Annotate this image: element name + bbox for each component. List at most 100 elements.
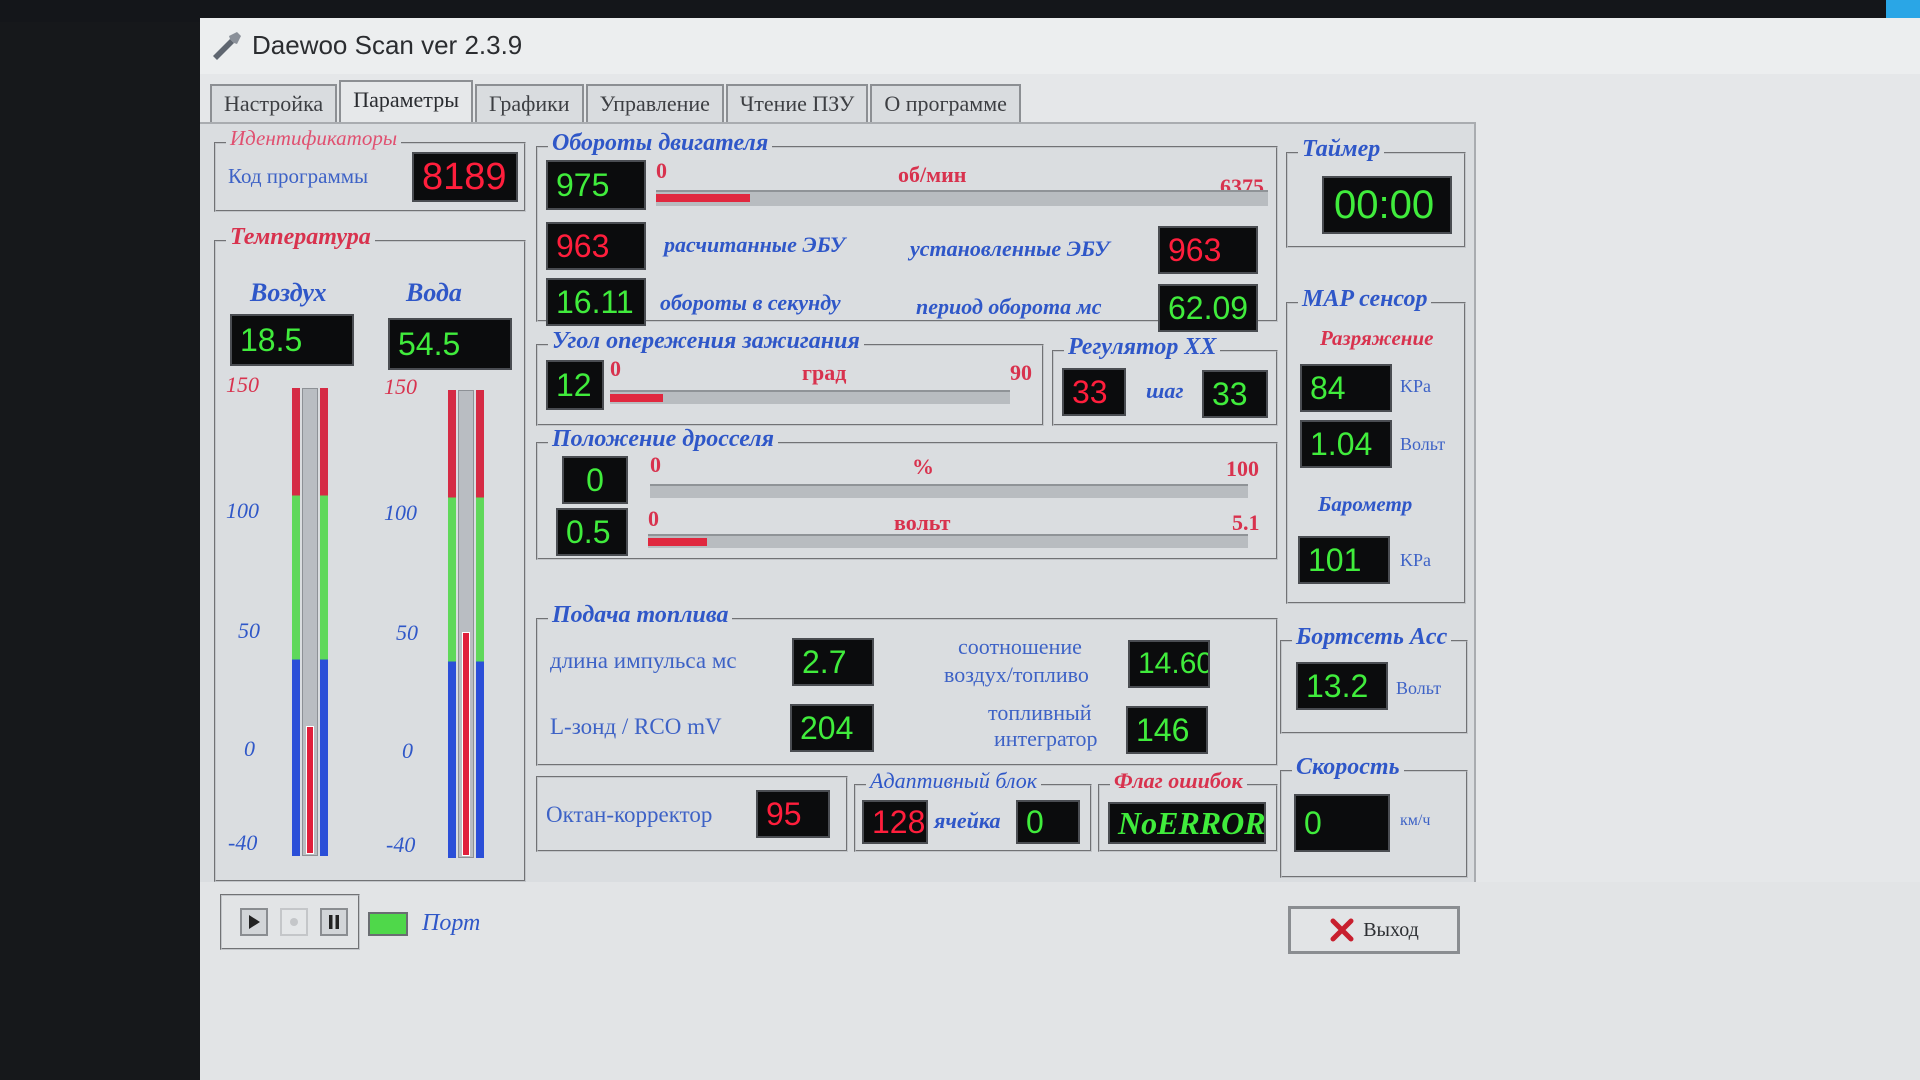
throttle-group: Положение дросселя 0 0 % 100 0.5 0 вольт…: [536, 426, 1278, 560]
port-label: Порт: [422, 910, 481, 936]
water-scale-strip-right: [476, 390, 484, 858]
air-scale-50: 50: [238, 618, 260, 643]
rpm-unit: об/мин: [898, 162, 967, 187]
map-sensor-title: MAP сенсор: [1298, 286, 1432, 313]
octane-group: Октан-корректор 95: [536, 776, 848, 852]
battery-unit: Вольт: [1396, 678, 1442, 698]
exit-button[interactable]: Выход: [1288, 906, 1460, 954]
fuel-title: Подача топлива: [548, 602, 733, 629]
app-wrench-icon: [213, 32, 241, 60]
water-scale-strip-left: [448, 390, 456, 858]
air-scale-0: 0: [244, 736, 255, 761]
temperature-group: Температура Воздух Вода 18.5 54.5 150 10…: [214, 224, 526, 882]
pulse-value: 2.7: [792, 638, 874, 686]
rps-label: обороты в секунду: [660, 290, 841, 315]
throttle-volt-min: 0: [648, 506, 659, 531]
program-code-value: 8189: [412, 152, 518, 202]
ignition-group: Угол опережения зажигания 12 0 град 90: [536, 328, 1044, 426]
speed-title: Скорость: [1292, 754, 1404, 781]
barometer-value: 101: [1298, 536, 1390, 584]
window-title: Daewoo Scan ver 2.3.9: [252, 30, 523, 60]
water-label: Вода: [406, 278, 462, 307]
map-kpa-unit: KPa: [1400, 376, 1431, 396]
rpm-title: Обороты двигателя: [548, 130, 773, 157]
close-x-icon: [1330, 918, 1354, 942]
water-scale-150: 150: [384, 374, 417, 399]
afr-value: 14.60: [1128, 640, 1210, 688]
rpm-gauge: [656, 190, 1268, 206]
throttle-percent-unit: %: [912, 454, 934, 479]
throttle-volt-max: 5.1: [1232, 510, 1260, 535]
throttle-volt-unit: вольт: [894, 510, 951, 535]
lambda-label: L-зонд / RCO mV: [550, 714, 722, 739]
cell-value: 0: [1016, 800, 1080, 844]
pause-button[interactable]: [320, 908, 348, 936]
timer-value: 00:00: [1322, 176, 1452, 234]
ignition-unit: град: [802, 360, 847, 385]
octane-value: 95: [756, 790, 830, 838]
integrator-label-1: топливный: [988, 700, 1092, 725]
rpm-calc-value: 963: [546, 222, 646, 270]
map-sensor-group: MAP сенсор Разряжение 84 KPa 1.04 Вольт …: [1286, 286, 1466, 604]
throttle-volt-gauge-fill: [648, 538, 707, 546]
water-thermometer-fill: [462, 632, 470, 856]
parameters-panel: Идентификаторы Код программы 8189 Темпер…: [200, 122, 1476, 882]
ignition-min: 0: [610, 356, 621, 381]
octane-label: Октан-корректор: [546, 802, 713, 827]
identifiers-title: Идентификаторы: [226, 126, 402, 151]
adaptive-value: 128: [862, 800, 928, 844]
tab-read-rom[interactable]: Чтение ПЗУ: [725, 84, 869, 122]
afr-label-2: воздух/топливо: [944, 662, 1089, 687]
record-button[interactable]: [280, 908, 308, 936]
ignition-max: 90: [1010, 360, 1032, 385]
water-scale-0: 0: [402, 738, 413, 763]
rpm-value: 975: [546, 160, 646, 210]
battery-value: 13.2: [1296, 662, 1388, 710]
idle-value: 33: [1062, 368, 1126, 416]
speed-unit: км/ч: [1400, 812, 1431, 829]
idle-step-label: шаг: [1146, 378, 1184, 403]
timer-group: Таймер 00:00: [1286, 136, 1466, 248]
monitor-bezel: [0, 0, 200, 1080]
error-flag-title: Флаг ошибок: [1110, 768, 1247, 794]
rpm-gauge-fill: [656, 194, 750, 202]
integrator-value: 146: [1126, 706, 1208, 754]
air-temp-value: 18.5: [230, 314, 354, 366]
tab-settings[interactable]: Настройка: [210, 84, 338, 122]
rpm-calc-label: расчитанные ЭБУ: [664, 232, 846, 257]
play-button[interactable]: [240, 908, 268, 936]
water-scale-minus40: -40: [386, 832, 416, 857]
rpm-set-value: 963: [1158, 226, 1258, 274]
battery-group: Бортсеть Acc 13.2 Вольт: [1280, 624, 1468, 734]
bottom-toolbar: Порт Выход: [200, 882, 1920, 1080]
tab-control[interactable]: Управление: [585, 84, 724, 122]
throttle-volt-gauge: [648, 534, 1248, 548]
tab-parameters[interactable]: Параметры: [339, 80, 473, 122]
temperature-title: Температура: [226, 224, 375, 251]
ignition-title: Угол опережения зажигания: [548, 328, 864, 355]
air-scale-strip-left: [292, 388, 300, 856]
adaptive-title: Адаптивный блок: [866, 768, 1041, 794]
air-thermometer-fill: [306, 726, 314, 854]
throttle-title: Положение дросселя: [548, 426, 778, 453]
timer-title: Таймер: [1298, 136, 1385, 163]
air-scale-strip-right: [320, 388, 328, 856]
pause-icon: [329, 915, 339, 929]
barometer-label: Барометр: [1318, 492, 1413, 516]
tab-about[interactable]: О программе: [870, 84, 1021, 122]
adaptive-group: Адаптивный блок 128 ячейка 0: [854, 768, 1092, 852]
pulse-label: длина импульса мс: [550, 648, 737, 673]
tab-graphs[interactable]: Графики: [474, 84, 584, 122]
afr-label-1: соотношение: [958, 634, 1082, 659]
map-kpa-value: 84: [1300, 364, 1392, 412]
lambda-value: 204: [790, 704, 874, 752]
idle-title: Регулятор ХХ: [1064, 334, 1221, 361]
barometer-unit: KPa: [1400, 550, 1431, 570]
map-volt-unit: Вольт: [1400, 434, 1446, 454]
vacuum-label: Разряжение: [1320, 326, 1434, 350]
cell-label: ячейка: [934, 808, 1001, 833]
throttle-percent-min: 0: [650, 452, 661, 477]
throttle-percent-gauge: [650, 484, 1248, 498]
fuel-group: Подача топлива длина импульса мс 2.7 соо…: [536, 602, 1278, 766]
app-window: Daewoo Scan ver 2.3.9 Настройка Параметр…: [200, 18, 1920, 1080]
